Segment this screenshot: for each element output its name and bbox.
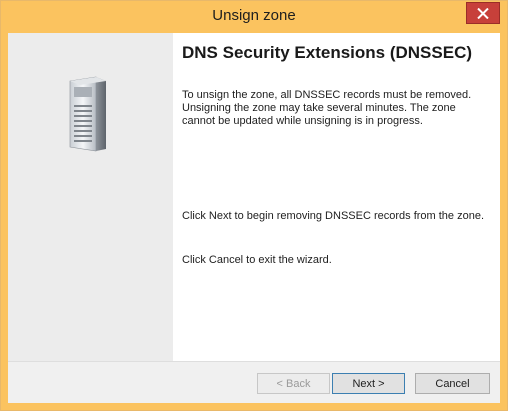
page-heading: DNS Security Extensions (DNSSEC) [182, 43, 473, 62]
cancel-button[interactable]: Cancel [415, 373, 490, 394]
description-text: To unsign the zone, all DNSSEC records m… [182, 89, 472, 127]
button-bar: < Back Next > Cancel [8, 361, 500, 403]
wizard-content: DNS Security Extensions (DNSSEC) To unsi… [173, 33, 500, 361]
cancel-instruction-text: Click Cancel to exit the wizard. [182, 254, 332, 266]
close-icon [477, 7, 489, 19]
next-button[interactable]: Next > [332, 373, 405, 394]
next-instruction-text: Click Next to begin removing DNSSEC reco… [182, 210, 485, 222]
back-button[interactable]: < Back [257, 373, 330, 394]
wizard-banner [8, 33, 173, 361]
server-icon [69, 76, 106, 152]
title-bar[interactable]: Unsign zone [1, 1, 507, 33]
wizard-client-area: DNS Security Extensions (DNSSEC) To unsi… [8, 33, 500, 403]
close-button[interactable] [466, 2, 500, 24]
wizard-window: Unsign zone DNS Security Extensions (DNS… [0, 0, 508, 411]
window-title: Unsign zone [212, 7, 296, 24]
